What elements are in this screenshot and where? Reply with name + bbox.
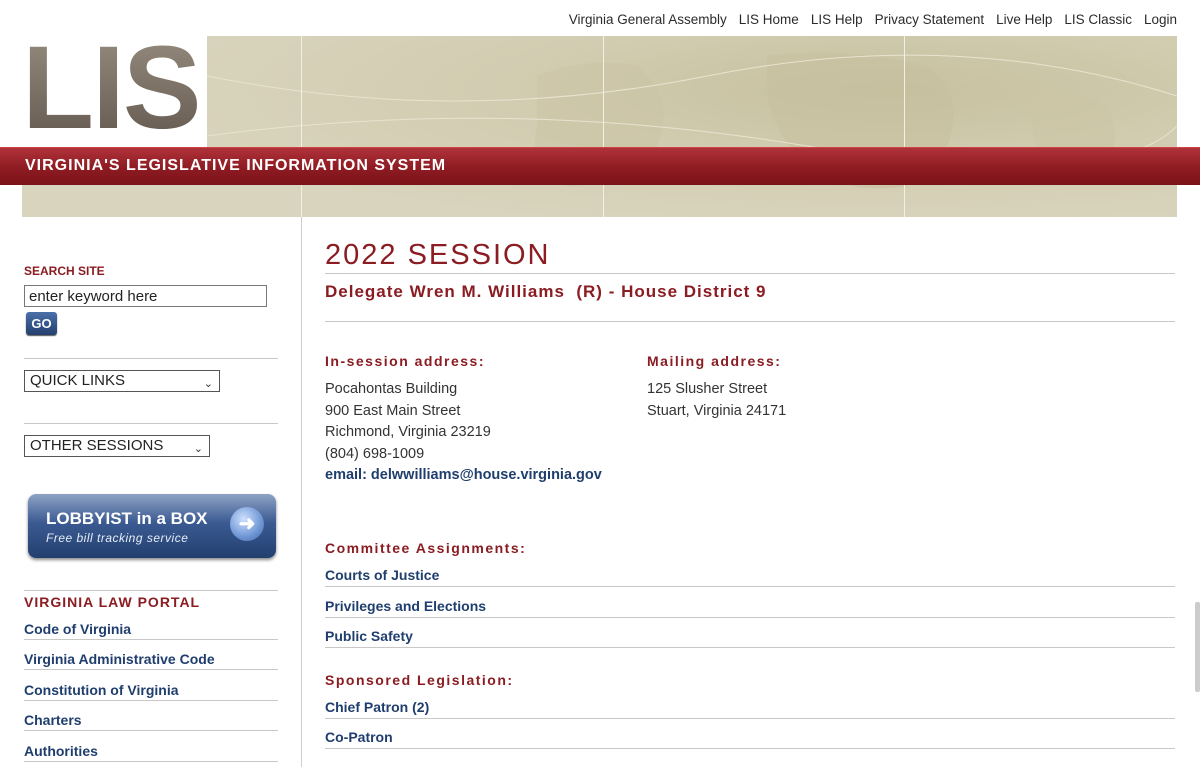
mailing-address-heading: Mailing address: bbox=[647, 353, 782, 369]
address-line: 900 East Main Street bbox=[325, 402, 461, 419]
sponsored-legislation-heading: Sponsored Legislation: bbox=[325, 672, 514, 688]
divider bbox=[24, 730, 278, 731]
divider bbox=[325, 647, 1175, 648]
phone-number: (804) 698-1009 bbox=[325, 445, 425, 462]
nav-live-help[interactable]: Live Help bbox=[996, 12, 1052, 27]
lis-logo[interactable]: LIS bbox=[22, 36, 207, 154]
chevron-down-icon: ⌄ bbox=[203, 378, 213, 390]
address-line: Pocahontas Building bbox=[325, 381, 458, 397]
link-co-patron[interactable]: Co-Patron bbox=[325, 729, 393, 745]
link-charters[interactable]: Charters bbox=[24, 712, 82, 728]
link-virginia-administrative-code[interactable]: Virginia Administrative Code bbox=[24, 651, 215, 667]
nav-login[interactable]: Login bbox=[1144, 12, 1177, 27]
quick-links-value: QUICK LINKS bbox=[30, 372, 126, 389]
link-code-of-virginia[interactable]: Code of Virginia bbox=[24, 621, 131, 637]
lobbyist-subtitle: Free bill tracking service bbox=[46, 531, 189, 545]
nav-lis-help[interactable]: LIS Help bbox=[811, 12, 863, 27]
nav-lis-home[interactable]: LIS Home bbox=[739, 12, 799, 27]
in-session-address: Pocahontas Building 900 East Main Street… bbox=[325, 379, 602, 487]
virginia-law-portal-title: VIRGINIA LAW PORTAL bbox=[24, 594, 201, 610]
divider bbox=[24, 761, 278, 762]
nav-virginia-general-assembly[interactable]: Virginia General Assembly bbox=[569, 12, 727, 27]
email-link[interactable]: email: delwwilliams@house.virginia.gov bbox=[325, 465, 602, 487]
divider bbox=[24, 700, 278, 701]
lis-logo-text: LIS bbox=[22, 36, 202, 156]
committee-privileges-and-elections[interactable]: Privileges and Elections bbox=[325, 598, 486, 614]
divider bbox=[325, 273, 1175, 274]
scrollbar-thumb[interactable] bbox=[1195, 602, 1200, 692]
column-divider bbox=[301, 217, 302, 767]
divider bbox=[24, 590, 278, 591]
other-sessions-value: OTHER SESSIONS bbox=[30, 437, 164, 454]
delegate-heading: Delegate Wren M. Williams (R) - House Di… bbox=[325, 282, 767, 301]
search-site-label: SEARCH SITE bbox=[24, 264, 105, 278]
banner-map-image bbox=[207, 36, 1177, 217]
search-input[interactable] bbox=[24, 285, 267, 307]
committee-assignments-heading: Committee Assignments: bbox=[325, 540, 527, 556]
divider bbox=[325, 586, 1175, 587]
divider bbox=[24, 639, 278, 640]
address-line: 125 Slusher Street bbox=[647, 381, 768, 397]
divider bbox=[325, 617, 1175, 618]
arrow-right-icon: ➜ bbox=[230, 507, 264, 541]
link-chief-patron[interactable]: Chief Patron (2) bbox=[325, 699, 429, 715]
mailing-address: 125 Slusher Street Stuart, Virginia 2417… bbox=[647, 379, 786, 422]
divider bbox=[325, 321, 1175, 322]
divider bbox=[325, 748, 1175, 749]
nav-privacy-statement[interactable]: Privacy Statement bbox=[875, 12, 985, 27]
banner-tagline: VIRGINIA'S LEGISLATIVE INFORMATION SYSTE… bbox=[25, 157, 447, 174]
divider bbox=[24, 423, 278, 424]
divider bbox=[24, 358, 278, 359]
committee-public-safety[interactable]: Public Safety bbox=[325, 628, 413, 644]
address-line: Richmond, Virginia 23219 bbox=[325, 424, 491, 440]
lobbyist-in-a-box-button[interactable]: LOBBYIST in a BOX Free bill tracking ser… bbox=[28, 494, 276, 558]
chevron-down-icon: ⌄ bbox=[193, 443, 203, 455]
committee-courts-of-justice[interactable]: Courts of Justice bbox=[325, 567, 439, 583]
nav-lis-classic[interactable]: LIS Classic bbox=[1064, 12, 1132, 27]
page-title: 2022 SESSION bbox=[325, 239, 551, 271]
divider bbox=[24, 669, 278, 670]
divider bbox=[325, 718, 1175, 719]
site-banner: LIS bbox=[22, 36, 1177, 217]
lobbyist-title: LOBBYIST in a BOX bbox=[46, 509, 208, 528]
address-line: Stuart, Virginia 24171 bbox=[647, 402, 787, 419]
go-button[interactable]: GO bbox=[26, 312, 57, 335]
link-constitution-of-virginia[interactable]: Constitution of Virginia bbox=[24, 682, 179, 698]
in-session-address-heading: In-session address: bbox=[325, 353, 485, 369]
other-sessions-select[interactable]: OTHER SESSIONS ⌄ bbox=[24, 435, 210, 457]
top-nav: Virginia General Assembly LIS Home LIS H… bbox=[557, 12, 1177, 27]
link-authorities[interactable]: Authorities bbox=[24, 743, 98, 759]
quick-links-select[interactable]: QUICK LINKS ⌄ bbox=[24, 370, 220, 392]
banner-tagline-bar: VIRGINIA'S LEGISLATIVE INFORMATION SYSTE… bbox=[0, 147, 1200, 185]
